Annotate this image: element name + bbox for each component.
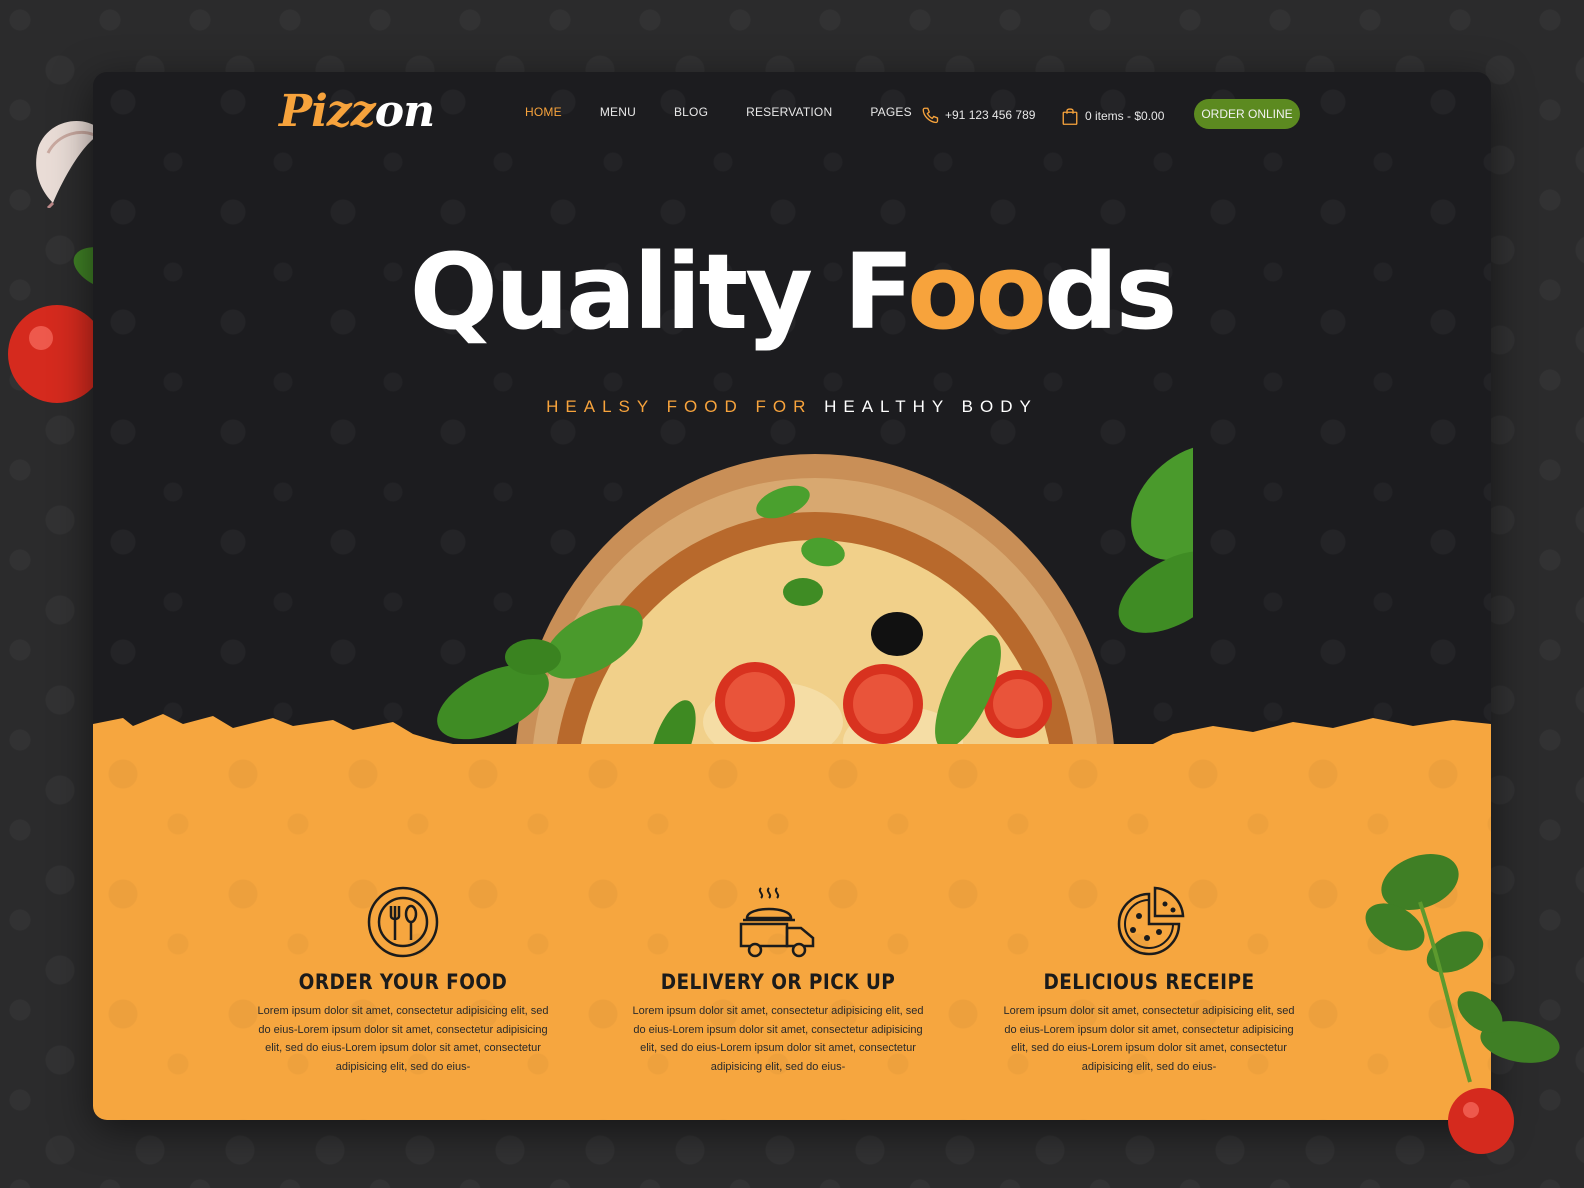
tagline-part2: HEALTHY BODY — [824, 397, 1038, 416]
nav-item-menu[interactable]: MENU — [600, 105, 636, 119]
cart-link[interactable]: 0 items - $0.00 — [1061, 106, 1164, 126]
feature-title: DELIVERY OR PICK UP — [660, 970, 896, 994]
hero-title-highlight: oo — [907, 231, 1047, 353]
feature-text: Lorem ipsum dolor sit amet, consectetur … — [257, 1005, 549, 1073]
logo-part-orange: Pizz — [279, 86, 376, 137]
cart-summary: 0 items - $0.00 — [1085, 109, 1165, 123]
logo[interactable]: Pizzon — [279, 86, 435, 137]
nav-item-blog[interactable]: BLOG — [674, 105, 708, 119]
site-frame: Pizzon HOME MENU BLOG RESERVATION PAGES … — [93, 72, 1491, 1120]
main-nav: HOME MENU BLOG RESERVATION PAGES — [525, 105, 950, 119]
order-online-button[interactable]: ORDER ONLINE — [1194, 99, 1300, 129]
delivery-truck-icon — [739, 887, 815, 958]
hero-title-part1: Quality F — [409, 231, 910, 353]
hero-title: Quality Foods — [93, 240, 1491, 344]
plate-cutlery-icon — [367, 886, 439, 958]
hero-title-part3: ds — [1044, 231, 1177, 353]
logo-part-white: on — [374, 86, 435, 137]
feature-text: Lorem ipsum dolor sit amet, consectetur … — [1003, 1005, 1295, 1073]
nav-item-home[interactable]: HOME — [525, 105, 562, 119]
nav-item-pages[interactable]: PAGES — [870, 105, 911, 119]
phone-link[interactable]: +91 123 456 789 — [921, 106, 1035, 124]
feature-delicious-receipe: DELICIOUS RECEIPE Lorem ipsum dolor sit … — [999, 884, 1299, 1076]
tagline-part1: HEALSY FOOD FOR — [546, 397, 825, 416]
parsley-image-right — [1365, 853, 1560, 1083]
paint-splash-edge — [93, 714, 1491, 748]
nav-item-reservation[interactable]: RESERVATION — [746, 105, 832, 119]
feature-title: ORDER YOUR FOOD — [298, 970, 508, 994]
feature-text: Lorem ipsum dolor sit amet, consectetur … — [632, 1005, 924, 1073]
feature-title: DELICIOUS RECEIPE — [1043, 970, 1255, 994]
feature-order-your-food: ORDER YOUR FOOD Lorem ipsum dolor sit am… — [253, 884, 553, 1076]
phone-number: +91 123 456 789 — [945, 108, 1036, 122]
pizza-icon — [1117, 886, 1185, 956]
hero-tagline: HEALSY FOOD FOR HEALTHY BODY — [93, 397, 1491, 417]
shopping-bag-icon — [1062, 108, 1078, 125]
tomato-image-right — [1448, 1088, 1514, 1154]
phone-icon — [922, 107, 939, 124]
feature-delivery-or-pick-up: DELIVERY OR PICK UP Lorem ipsum dolor si… — [628, 884, 928, 1076]
